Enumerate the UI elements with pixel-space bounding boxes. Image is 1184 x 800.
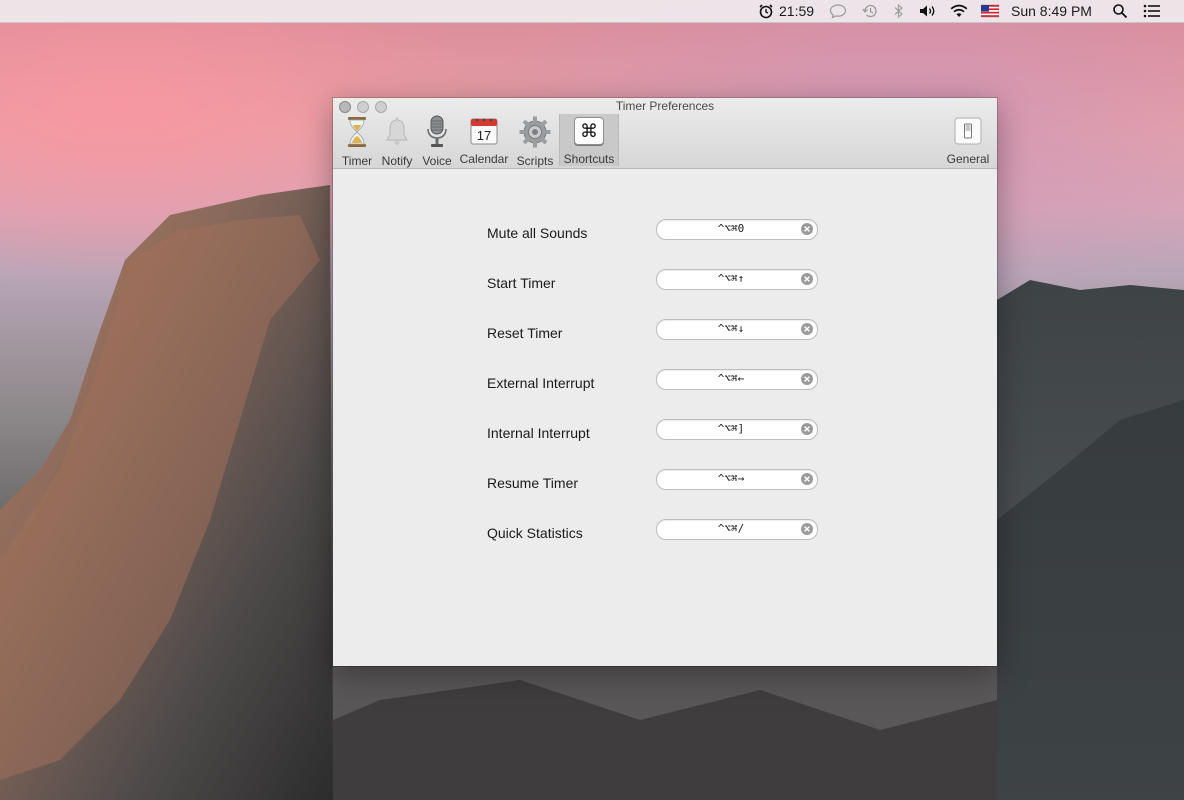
shortcut-row-external-interrupt: External Interrupt ^⌥⌘← xyxy=(333,369,997,393)
clear-icon[interactable] xyxy=(800,522,814,536)
calendar-badge: 17 xyxy=(477,128,491,143)
microphone-icon xyxy=(421,115,453,148)
input-source-status-item[interactable] xyxy=(981,0,999,22)
shortcut-row-quick-statistics: Quick Statistics ^⌥⌘/ xyxy=(333,519,997,543)
toolbar-voice[interactable]: Voice xyxy=(420,114,454,168)
alarm-clock-icon xyxy=(759,4,773,19)
shortcut-recorder[interactable]: ^⌥⌘] xyxy=(656,419,818,440)
switch-icon xyxy=(952,116,984,146)
bluetooth-status-item[interactable] xyxy=(893,0,905,22)
us-flag-icon xyxy=(981,4,999,18)
toolbar-notify[interactable]: Notify xyxy=(379,114,415,168)
window-title: Timer Preferences xyxy=(615,99,715,113)
command-key-icon: ⌘ xyxy=(573,116,605,146)
shortcut-keys: ^⌥⌘] xyxy=(717,422,745,435)
shortcut-keys: ^⌥⌘↑ xyxy=(717,272,745,285)
timer-readout: 21:59 xyxy=(779,3,815,19)
clear-icon[interactable] xyxy=(800,322,814,336)
shortcut-recorder[interactable]: ^⌥⌘0 xyxy=(656,219,818,240)
shortcut-recorder[interactable]: ^⌥⌘↓ xyxy=(656,319,818,340)
shortcut-recorder[interactable]: ^⌥⌘/ xyxy=(656,519,818,540)
shortcut-row-reset-timer: Reset Timer ^⌥⌘↓ xyxy=(333,319,997,343)
shortcut-label: External Interrupt xyxy=(487,375,595,391)
shortcut-recorder[interactable]: ^⌥⌘← xyxy=(656,369,818,390)
toolbar-label: General xyxy=(946,152,990,166)
toolbar-label: Timer xyxy=(341,154,373,168)
shortcut-label: Reset Timer xyxy=(487,325,563,341)
clock-status-item[interactable]: Sun 8:49 PM xyxy=(1011,0,1092,22)
timer-status-item[interactable]: 21:59 xyxy=(758,0,814,22)
bell-icon xyxy=(381,116,413,148)
shortcut-label: Resume Timer xyxy=(487,475,579,491)
toolbar-label: Calendar xyxy=(459,152,509,166)
shortcut-keys: ^⌥⌘0 xyxy=(717,222,745,235)
time-machine-status-item[interactable] xyxy=(861,0,879,22)
spotlight-button[interactable] xyxy=(1112,0,1128,22)
command-glyph: ⌘ xyxy=(574,117,604,145)
shortcut-row-mute: Mute all Sounds ^⌥⌘0 xyxy=(333,219,997,243)
search-icon xyxy=(1113,4,1128,19)
gear-icon xyxy=(519,116,551,148)
shortcut-recorder[interactable]: ^⌥⌘→ xyxy=(656,469,818,490)
clear-icon[interactable] xyxy=(800,422,814,436)
shortcut-label: Start Timer xyxy=(487,275,556,291)
time-machine-icon xyxy=(862,4,877,18)
clear-icon[interactable] xyxy=(800,372,814,386)
shortcut-row-internal-interrupt: Internal Interrupt ^⌥⌘] xyxy=(333,419,997,443)
shortcut-keys: ^⌥⌘← xyxy=(717,372,745,385)
toolbar-general[interactable]: General xyxy=(945,114,991,166)
speaker-volume-icon xyxy=(920,5,935,17)
clear-icon[interactable] xyxy=(800,222,814,236)
clear-icon[interactable] xyxy=(800,472,814,486)
shortcut-recorder[interactable]: ^⌥⌘↑ xyxy=(656,269,818,290)
messages-status-item[interactable] xyxy=(829,0,847,22)
toolbar-scripts[interactable]: Scripts xyxy=(515,114,555,168)
shortcut-row-resume-timer: Resume Timer ^⌥⌘→ xyxy=(333,469,997,493)
hourglass-icon xyxy=(341,116,373,148)
wifi-status-item[interactable] xyxy=(949,0,969,22)
shortcuts-pane: Mute all Sounds ^⌥⌘0 Start Timer ^⌥⌘↑ Re… xyxy=(333,169,997,666)
notification-center-button[interactable] xyxy=(1143,0,1161,22)
toolbar-label: Shortcuts xyxy=(563,152,615,166)
menu-bar: 21:59 Sun 8:49 PM xyxy=(0,0,1184,23)
toolbar-label: Scripts xyxy=(516,154,554,168)
wifi-icon xyxy=(950,4,968,17)
shortcut-keys: ^⌥⌘→ xyxy=(717,472,745,485)
list-icon xyxy=(1143,4,1160,18)
speech-bubble-icon xyxy=(829,4,847,19)
toolbar-label: Notify xyxy=(381,154,413,168)
shortcut-row-start-timer: Start Timer ^⌥⌘↑ xyxy=(333,269,997,293)
window-titlebar: Timer Preferences Timer Notify Voice 17 … xyxy=(333,98,997,169)
volume-status-item[interactable] xyxy=(918,0,938,22)
shortcut-label: Quick Statistics xyxy=(487,525,583,541)
calendar-icon: 17 xyxy=(468,116,500,146)
menubar-clock: Sun 8:49 PM xyxy=(1011,3,1092,19)
toolbar-label: Voice xyxy=(422,154,452,168)
bluetooth-icon xyxy=(894,3,903,19)
shortcut-label: Mute all Sounds xyxy=(487,225,588,241)
toolbar-shortcuts[interactable]: ⌘ Shortcuts xyxy=(559,114,619,166)
toolbar-calendar[interactable]: 17 Calendar xyxy=(459,114,509,166)
toolbar-timer[interactable]: Timer xyxy=(339,114,375,168)
shortcut-label: Internal Interrupt xyxy=(487,425,590,441)
preferences-window: Timer Preferences Timer Notify Voice 17 … xyxy=(333,98,997,666)
shortcut-keys: ^⌥⌘/ xyxy=(717,522,745,535)
clear-icon[interactable] xyxy=(800,272,814,286)
shortcut-keys: ^⌥⌘↓ xyxy=(717,322,745,335)
